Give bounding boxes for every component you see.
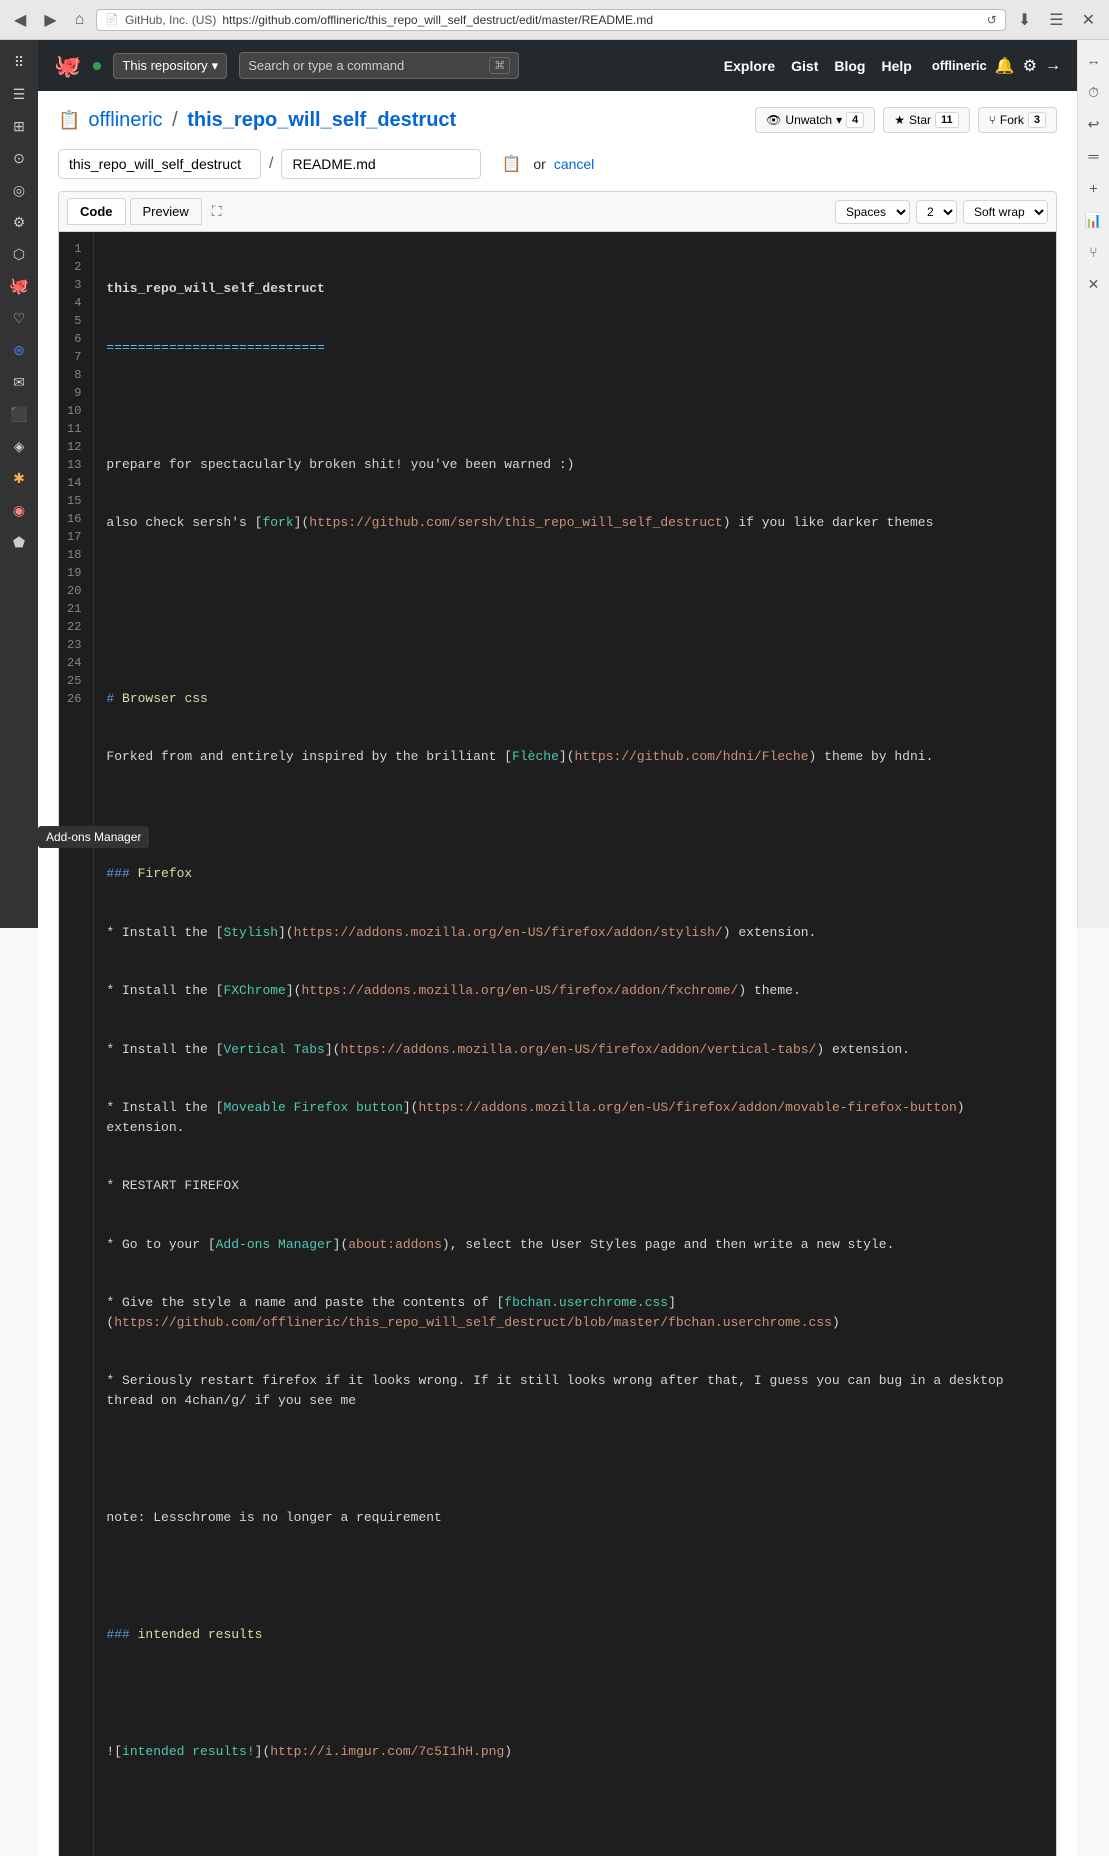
address-bar[interactable]: 📄 GitHub, Inc. (US) https://github.com/o… — [96, 9, 1006, 31]
home-button[interactable]: ⌂ — [69, 9, 91, 31]
repo-owner-link[interactable]: offlineric — [88, 109, 162, 131]
star-label: Star — [909, 113, 931, 127]
sidebar-icon-2[interactable]: ☰ — [5, 80, 33, 108]
gist-link[interactable]: Gist — [791, 58, 818, 74]
repo-breadcrumb[interactable] — [58, 149, 261, 179]
repo-path: offlineric / this_repo_will_self_destruc… — [88, 109, 456, 132]
address-url: https://github.com/offlineric/this_repo_… — [222, 13, 980, 27]
indent-size-select[interactable]: 2 — [916, 200, 957, 224]
unwatch-arrow: ▾ — [836, 113, 842, 127]
sidebar-icon-12[interactable]: ⬛ — [5, 400, 33, 428]
back-button[interactable]: ◀ — [8, 8, 32, 32]
right-icon-close[interactable]: ✕ — [1082, 272, 1106, 296]
fork-count: 3 — [1028, 112, 1046, 128]
wrap-mode-select[interactable]: Soft wrap — [963, 200, 1048, 224]
sidebar-icon-devtools[interactable]: ◈ — [5, 432, 33, 460]
filename-input[interactable] — [281, 149, 481, 179]
gh-nav: Explore Gist Blog Help — [724, 58, 912, 74]
repo-selector[interactable]: This repository ▾ — [113, 53, 227, 79]
explore-link[interactable]: Explore — [724, 58, 775, 74]
code-editor[interactable]: 1 2 3 4 5 6 7 8 9 10 11 12 13 14 15 16 1… — [59, 232, 1056, 1856]
browser-chrome: ◀ ▶ ⌂ 📄 GitHub, Inc. (US) https://github… — [0, 0, 1109, 40]
star-button[interactable]: ★ Star 11 — [883, 107, 969, 133]
repo-actions: 👁 Unwatch ▾ 4 ★ Star 11 ⑂ Fork 3 — [755, 107, 1057, 133]
repo-selector-label: This repository — [122, 58, 207, 73]
username-label: offlineric — [932, 58, 987, 73]
online-indicator — [93, 62, 101, 70]
right-icon-clock[interactable]: ⏱ — [1082, 80, 1106, 104]
github-logo: 🐙 — [54, 53, 81, 79]
unwatch-button[interactable]: 👁 Unwatch ▾ 4 — [755, 107, 875, 133]
right-sidebar: ↔ ⏱ ↩ ═ + 📊 ⑂ ✕ — [1077, 40, 1109, 928]
sidebar-icon-6[interactable]: ⚙ — [5, 208, 33, 236]
addon-tooltip: Add-ons Manager — [38, 826, 149, 848]
code-tab[interactable]: Code — [67, 198, 126, 225]
notification-icon[interactable]: 🔔 — [995, 56, 1015, 76]
preview-tab[interactable]: Preview — [130, 198, 202, 225]
right-icon-chart[interactable]: 📊 — [1082, 208, 1106, 232]
gh-header: 🐙 This repository ▾ Search or type a com… — [38, 40, 1077, 91]
right-icon-add[interactable]: + — [1082, 176, 1106, 200]
star-icon: ★ — [894, 113, 905, 127]
fork-icon: ⑂ — [989, 113, 996, 127]
repo-header: 📋 offlineric / this_repo_will_self_destr… — [38, 91, 1077, 141]
eye-icon: 👁 — [766, 113, 781, 127]
unwatch-label: Unwatch — [785, 113, 832, 127]
repo-selector-arrow: ▾ — [212, 58, 219, 74]
sidebar-icon-10[interactable]: ⊛ — [5, 336, 33, 364]
editor-toolbar: Code Preview ⛶ Spaces 2 Soft wrap — [59, 192, 1056, 232]
sidebar-icon-16[interactable]: ⬟ — [5, 528, 33, 556]
left-sidebar: ⠿ ☰ ⊞ ⊙ ◎ ⚙ ⬡ 🐙 ♡ ⊛ ✉ ⬛ ◈ ✱ ◉ ⬟ — [0, 40, 38, 928]
indent-type-select[interactable]: Spaces — [835, 200, 910, 224]
code-content[interactable]: this_repo_will_self_destruct ===========… — [94, 232, 1056, 1856]
sidebar-icon-14[interactable]: ✱ — [5, 464, 33, 492]
editor-container: Code Preview ⛶ Spaces 2 Soft wrap 1 2 3 — [58, 191, 1057, 1856]
close-button[interactable]: ✕ — [1076, 8, 1101, 32]
help-link[interactable]: Help — [881, 58, 911, 74]
tab-favicon: 📄 — [105, 13, 119, 26]
file-path-separator: / — [269, 155, 273, 173]
right-icon-undo[interactable]: ↩ — [1082, 112, 1106, 136]
menu-button[interactable]: ☰ — [1043, 8, 1069, 32]
fork-label: Fork — [1000, 113, 1024, 127]
global-search[interactable]: Search or type a command ⌘ — [239, 52, 519, 79]
download-button[interactable]: ⬇ — [1012, 8, 1037, 32]
sidebar-icon-7[interactable]: ⬡ — [5, 240, 33, 268]
user-area: offlineric 🔔 ⚙ → — [932, 56, 1061, 76]
right-icon-expand[interactable]: ↔ — [1082, 48, 1106, 72]
sidebar-icon-9[interactable]: ♡ — [5, 304, 33, 332]
search-placeholder: Search or type a command — [248, 58, 404, 73]
settings-icon[interactable]: ⚙ — [1023, 56, 1037, 76]
repo-file-icon: 📋 — [58, 110, 80, 131]
main-content: 🐙 This repository ▾ Search or type a com… — [38, 40, 1077, 1856]
sidebar-icon-15[interactable]: ◉ — [5, 496, 33, 524]
signout-icon[interactable]: → — [1045, 57, 1061, 75]
sidebar-icon-5[interactable]: ◎ — [5, 176, 33, 204]
fork-button[interactable]: ⑂ Fork 3 — [978, 107, 1057, 133]
sidebar-icon-1[interactable]: ⠿ — [5, 48, 33, 76]
blog-link[interactable]: Blog — [834, 58, 865, 74]
tab-label: GitHub, Inc. (US) — [125, 13, 216, 27]
file-actions: 📋 or cancel — [497, 150, 594, 178]
reload-icon[interactable]: ↺ — [987, 13, 997, 27]
sidebar-icon-11[interactable]: ✉ — [5, 368, 33, 396]
path-separator: / — [172, 109, 178, 131]
editor-options: Spaces 2 Soft wrap — [835, 200, 1048, 224]
search-shortcut-icon: ⌘ — [489, 57, 510, 74]
fullscreen-button[interactable]: ⛶ — [206, 199, 228, 224]
sidebar-icon-3[interactable]: ⊞ — [5, 112, 33, 140]
sidebar-icon-4[interactable]: ⊙ — [5, 144, 33, 172]
sidebar-icon-github[interactable]: 🐙 — [5, 272, 33, 300]
file-editor-header: / 📋 or cancel — [38, 141, 1077, 191]
right-icon-branch[interactable]: ⑂ — [1082, 240, 1106, 264]
right-icon-lines[interactable]: ═ — [1082, 144, 1106, 168]
unwatch-count: 4 — [846, 112, 864, 128]
repo-name-link[interactable]: this_repo_will_self_destruct — [187, 109, 456, 131]
or-label: or — [533, 156, 545, 172]
star-count: 11 — [935, 112, 959, 128]
cancel-link[interactable]: cancel — [554, 156, 594, 172]
line-numbers: 1 2 3 4 5 6 7 8 9 10 11 12 13 14 15 16 1… — [59, 232, 94, 1856]
copy-path-button[interactable]: 📋 — [497, 150, 525, 178]
forward-button[interactable]: ▶ — [38, 8, 62, 32]
